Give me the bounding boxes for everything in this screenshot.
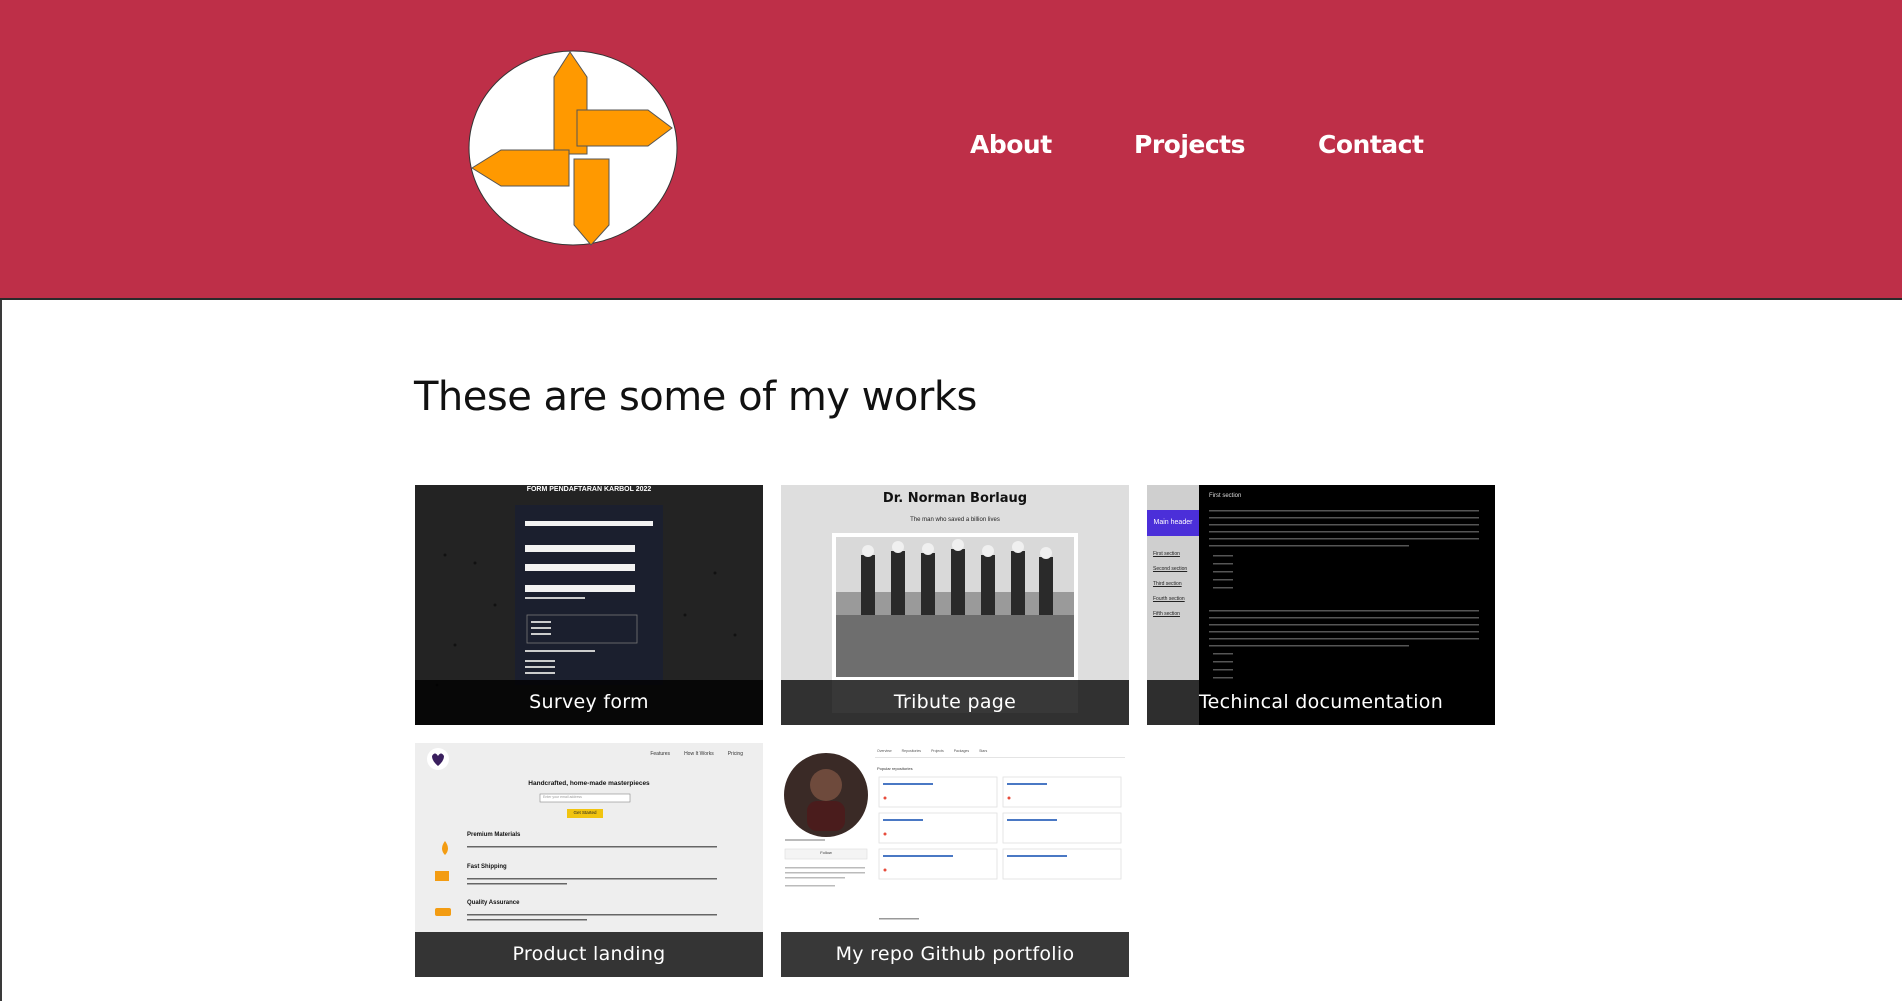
project-card-technical-documentation[interactable]: Main header First section Second section… (1147, 485, 1495, 725)
left-border (0, 300, 2, 1001)
landing-thumb-nav-item: How It Works (684, 751, 714, 757)
project-card-tribute-page[interactable]: Dr. Norman Borlaug The man who saved a b… (781, 485, 1129, 725)
survey-thumb-title: FORM PENDAFTARAN KARBOL 2022 (526, 486, 652, 493)
github-thumb-section: Popular repositories (877, 766, 913, 771)
tribute-thumb-title: Dr. Norman Borlaug (882, 491, 1028, 506)
page-title: These are some of my works (414, 374, 977, 420)
project-caption: Product landing (415, 932, 763, 977)
github-thumb-tab: Stars (979, 749, 988, 753)
docs-thumb-link: Fifth section (1153, 611, 1180, 617)
nav-about-link[interactable]: About (970, 130, 1052, 159)
nav-projects-link[interactable]: Projects (1134, 130, 1246, 159)
docs-thumb-section-title: First section (1209, 493, 1242, 499)
landing-thumb-nav-item: Pricing (727, 751, 743, 757)
github-thumb-tab: Packages (953, 749, 970, 753)
project-caption: Techincal documentation (1147, 680, 1495, 725)
project-caption: My repo Github portfolio (781, 932, 1129, 977)
project-card-survey-form[interactable]: FORM PENDAFTARAN KARBOL 2022 Survey form (415, 485, 763, 725)
project-card-github-portfolio[interactable]: Overview Repositories Projects Packages … (781, 743, 1129, 977)
github-thumb-tabs: Overview Repositories Projects Packages … (877, 749, 987, 753)
github-thumb-tab: Repositories (901, 749, 922, 753)
landing-thumb-feature: Premium Materials (467, 832, 521, 838)
docs-thumb-main-header: Main header (1153, 519, 1193, 526)
docs-thumb-nav: First section Second section Third secti… (1153, 547, 1187, 622)
docs-thumb-link: Third section (1153, 581, 1182, 587)
site-header: About Projects Contact (0, 0, 1902, 300)
project-caption: Survey form (415, 680, 763, 725)
github-thumb-tab: Projects (931, 749, 944, 753)
github-thumb-tab: Overview (877, 749, 892, 753)
docs-thumb-link: Fourth section (1153, 596, 1185, 602)
landing-thumb-nav-item: Features (650, 751, 671, 757)
nav-contact-link[interactable]: Contact (1318, 130, 1424, 159)
landing-thumb-nav: Features How It Works Pricing (650, 751, 743, 757)
docs-thumb-link: First section (1153, 551, 1180, 557)
landing-thumb-email-placeholder: Enter your email address (543, 795, 582, 799)
github-thumb-follow-button: Follow (820, 850, 832, 855)
landing-thumb-title: Handcrafted, home-made masterpieces (528, 780, 650, 787)
docs-thumb-link: Second section (1153, 566, 1188, 572)
landing-thumb-feature: Quality Assurance (467, 900, 520, 906)
landing-thumb-button: Get Started (573, 810, 597, 815)
tribute-thumb-subtitle: The man who saved a billion lives (910, 517, 1000, 523)
logo[interactable] (468, 49, 678, 247)
landing-thumb-feature: Fast Shipping (467, 864, 507, 870)
project-card-product-landing[interactable]: Features How It Works Pricing Handcrafte… (415, 743, 763, 977)
project-caption: Tribute page (781, 680, 1129, 725)
